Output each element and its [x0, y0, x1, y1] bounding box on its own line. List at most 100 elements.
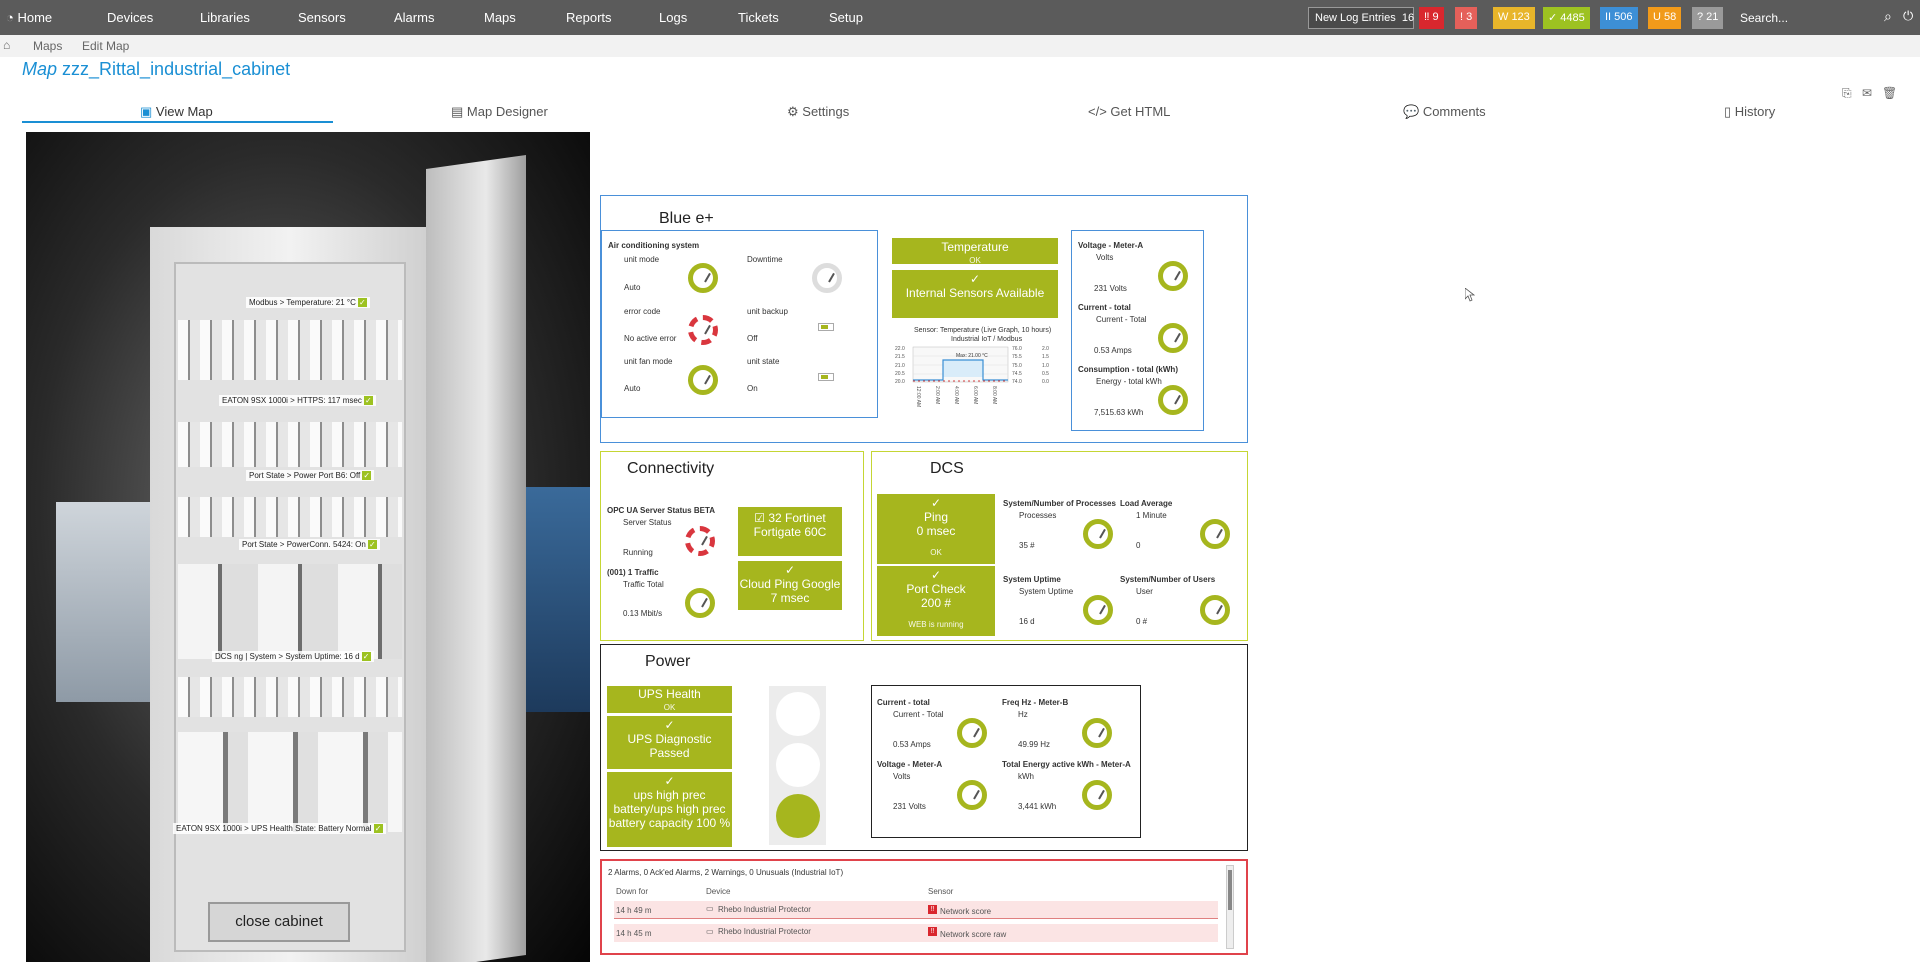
check-icon: ✓ — [367, 540, 377, 549]
status-label-text: EATON 9SX 1000i > HTTPS: 117 msec — [222, 396, 362, 405]
ping-status[interactable]: ✓ Ping 0 msec OK — [877, 494, 995, 564]
graph-y3-tick: 2.0 — [1042, 346, 1049, 352]
traffic-gauge[interactable] — [685, 588, 715, 618]
nav-libraries[interactable]: Libraries — [200, 10, 250, 25]
processes-gauge[interactable] — [1083, 519, 1113, 549]
column-header-sensor[interactable]: Sensor — [928, 887, 953, 896]
check-icon: ✓ — [664, 718, 675, 732]
users-gauge[interactable] — [1200, 595, 1230, 625]
status-label[interactable]: Port State > Power Port B6: Off ✓ — [246, 470, 375, 481]
pw-voltage-title: Voltage - Meter-A — [877, 760, 943, 769]
port-check-status[interactable]: ✓ Port Check 200 # WEB is running — [877, 566, 995, 636]
voltage-gauge[interactable] — [1158, 261, 1188, 291]
tab-get-html[interactable]: </> Get HTML — [1088, 104, 1170, 119]
column-header-down-for[interactable]: Down for — [616, 887, 648, 896]
status-label[interactable]: EATON 9SX 1000i > HTTPS: 117 msec ✓ — [219, 395, 376, 406]
tab-settings[interactable]: ⚙ Settings — [787, 104, 849, 120]
pw-current-title: Current - total — [877, 698, 930, 707]
nav-logs[interactable]: Logs — [659, 10, 687, 25]
badge-unknown[interactable]: ? 21 — [1692, 7, 1724, 29]
tab-view-map[interactable]: ▣ View Map — [140, 104, 213, 120]
power-icon[interactable]: ⏻ — [1903, 8, 1913, 24]
ups-health-status[interactable]: UPS Health OK — [607, 686, 732, 713]
badge-up[interactable]: ✓ 4485 — [1543, 7, 1590, 29]
home-link[interactable]: ◔ Home — [6, 10, 52, 25]
unit-backup-toggle[interactable] — [818, 323, 834, 331]
table-row[interactable]: 14 h 49 m ▭ Rhebo Industrial Protector ‼… — [614, 901, 1218, 919]
row-sensor[interactable]: Network score raw — [940, 930, 1006, 939]
error-code-gauge[interactable] — [688, 315, 718, 345]
fan-mode-gauge[interactable] — [688, 365, 718, 395]
breadcrumb-edit-map[interactable]: Edit Map — [82, 39, 129, 53]
ups-battery-status[interactable]: ✓ ups high prec battery/ups high prec bat… — [607, 772, 732, 847]
nav-reports[interactable]: Reports — [566, 10, 612, 25]
fortinet-status[interactable]: ☑ 32 Fortinet Fortigate 60C — [738, 507, 842, 556]
energy-gauge[interactable] — [1082, 780, 1112, 810]
opc-gauge[interactable] — [685, 526, 715, 556]
active-tab-indicator — [22, 121, 333, 123]
check-icon: ✓ — [362, 471, 372, 480]
row-device[interactable]: Rhebo Industrial Protector — [718, 905, 811, 914]
badge-paused[interactable]: II 506 — [1600, 7, 1638, 29]
unit-state-toggle[interactable] — [818, 373, 834, 381]
nav-sensors[interactable]: Sensors — [298, 10, 346, 25]
ups-diagnostic-status[interactable]: ✓ UPS Diagnostic Passed — [607, 716, 732, 769]
internal-sensors-status[interactable]: ✓ Internal Sensors Available — [892, 270, 1058, 318]
status-label[interactable]: Modbus > Temperature: 21 °C ✓ — [246, 297, 370, 308]
freq-value: 49.99 Hz — [1018, 740, 1051, 749]
nav-setup[interactable]: Setup — [829, 10, 863, 25]
consumption-gauge[interactable] — [1158, 385, 1188, 415]
pw-current-gauge[interactable] — [957, 718, 987, 748]
status-label[interactable]: Port State > PowerConn. 5424: On ✓ — [239, 539, 380, 550]
unit-backup-value: Off — [747, 334, 758, 343]
search-input[interactable] — [1740, 7, 1905, 29]
current-gauge[interactable] — [1158, 323, 1188, 353]
status-label[interactable]: DCS ng | System > System Uptime: 16 d ✓ — [212, 651, 374, 662]
table-row[interactable]: 14 h 45 m ▭ Rhebo Industrial Protector ‼… — [614, 924, 1218, 942]
cabinet-door — [426, 154, 526, 962]
badge-down-partial[interactable]: ! 3 — [1455, 7, 1478, 29]
temperature-status[interactable]: Temperature OK — [892, 238, 1058, 265]
home-icon[interactable]: ⌂ — [3, 38, 10, 52]
downtime-gauge[interactable] — [812, 263, 842, 293]
search-icon[interactable]: ⌕ — [1884, 8, 1892, 25]
nav-tickets[interactable]: Tickets — [738, 10, 779, 25]
nav-alarms[interactable]: Alarms — [394, 10, 434, 25]
uptime-gauge[interactable] — [1083, 595, 1113, 625]
alarm-scrollbar[interactable] — [1226, 865, 1234, 949]
mail-icon[interactable]: ✉ — [1862, 86, 1872, 100]
row-device[interactable]: Rhebo Industrial Protector — [718, 927, 811, 936]
unit-mode-gauge[interactable] — [688, 263, 718, 293]
tab-comments[interactable]: 💬 Comments — [1403, 104, 1486, 120]
badge-warning[interactable]: W 123 — [1493, 7, 1535, 29]
freq-gauge[interactable] — [1082, 718, 1112, 748]
close-cabinet-button[interactable]: close cabinet — [208, 902, 350, 942]
load-gauge[interactable] — [1200, 519, 1230, 549]
status-label-text: Port State > Power Port B6: Off — [249, 471, 361, 480]
traffic-light[interactable] — [769, 686, 826, 845]
badge-down[interactable]: ‼ 9 — [1419, 7, 1444, 29]
graph-y-tick: 21.5 — [895, 354, 905, 360]
ping-value: 0 msec — [916, 524, 956, 538]
traffic-sub: Traffic Total — [623, 580, 664, 589]
breadcrumb-maps[interactable]: Maps — [33, 39, 62, 53]
tab-history[interactable]: ▯ History — [1724, 104, 1775, 120]
scrollbar-thumb[interactable] — [1228, 870, 1232, 910]
clone-icon[interactable]: ⎘ — [1842, 86, 1852, 101]
pw-voltage-gauge[interactable] — [957, 780, 987, 810]
temperature-live-graph[interactable]: Max: 21.00 °C 22.0 21.5 21.0 20.5 20.0 7… — [893, 344, 1063, 424]
graph-y3-tick: 0.5 — [1042, 371, 1049, 377]
trash-icon[interactable]: 🗑 — [1882, 86, 1897, 100]
badge-unusual[interactable]: U 58 — [1648, 7, 1682, 29]
component-row — [178, 564, 402, 659]
cloud-ping-status[interactable]: ✓ Cloud Ping Google 7 msec — [738, 561, 842, 610]
column-header-device[interactable]: Device — [706, 887, 730, 896]
new-log-entries-button[interactable]: New Log Entries 16 — [1308, 7, 1414, 29]
nav-devices[interactable]: Devices — [107, 10, 153, 25]
graph-max-label: Max: 21.00 °C — [956, 353, 988, 359]
current-sub: Current - Total — [1096, 315, 1147, 324]
row-sensor[interactable]: Network score — [940, 907, 991, 916]
tab-map-designer[interactable]: ▤ Map Designer — [451, 104, 548, 120]
nav-maps[interactable]: Maps — [484, 10, 516, 25]
status-label[interactable]: EATON 9SX 1000i > UPS Health State: Batt… — [173, 823, 386, 834]
